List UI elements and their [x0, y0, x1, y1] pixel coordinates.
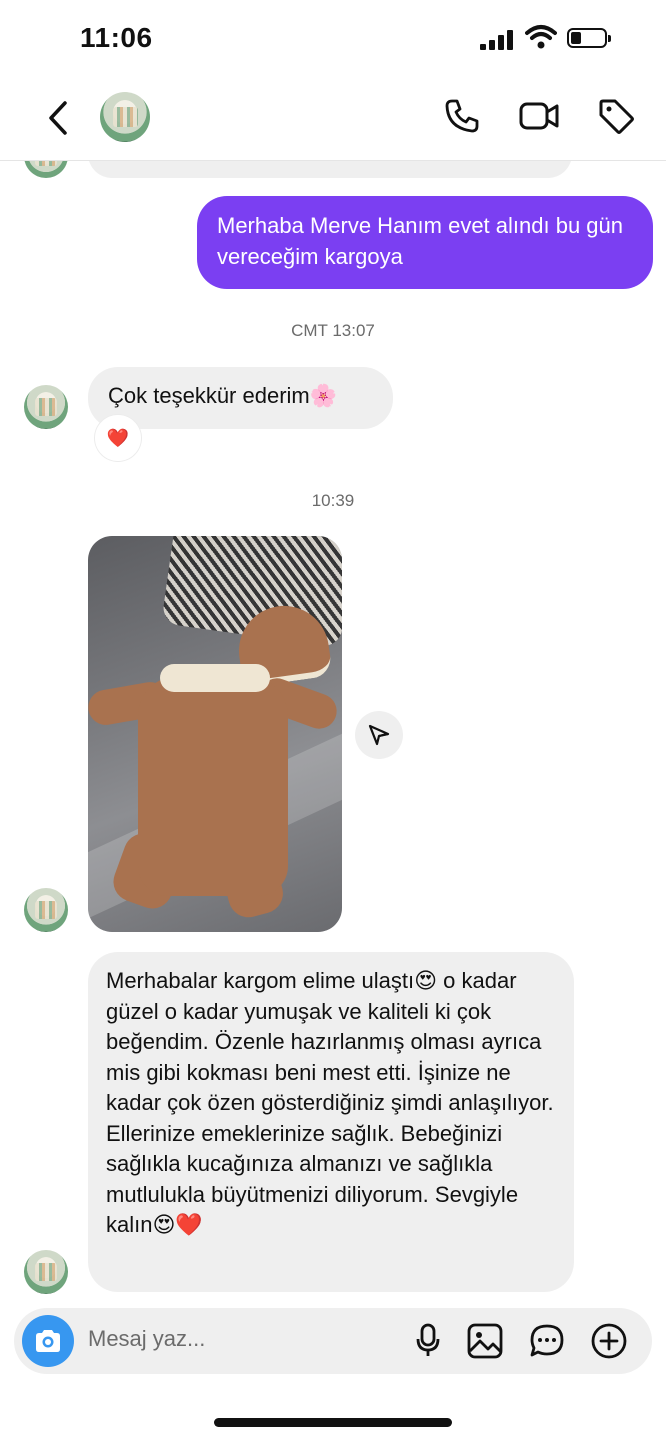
contact-avatar[interactable]: [100, 92, 150, 142]
share-icon[interactable]: [355, 711, 403, 759]
heart-reaction[interactable]: ❤️: [95, 415, 141, 461]
cellular-signal-icon: [480, 30, 516, 50]
contact-avatar: [24, 888, 68, 932]
timestamp: CMT 13:07: [291, 321, 375, 340]
message-input[interactable]: Mesaj yaz...: [88, 1326, 205, 1352]
incoming-message[interactable]: Merhabalar kargom elime ulaştı😍 o kadar …: [88, 952, 574, 1292]
message-composer: Mesaj yaz...: [14, 1308, 652, 1374]
chat-header: [0, 80, 666, 161]
chevron-left-icon[interactable]: [38, 98, 78, 138]
microphone-icon[interactable]: [410, 1322, 446, 1360]
incoming-message[interactable]: Çok teşekkür ederim🌸: [88, 367, 393, 429]
home-indicator: [214, 1418, 452, 1427]
battery-icon: [567, 28, 611, 50]
outgoing-message[interactable]: Merhaba Merve Hanım evet alındı bu gün v…: [197, 196, 653, 289]
shared-photo[interactable]: [88, 536, 342, 932]
plus-circle-icon[interactable]: [590, 1322, 628, 1360]
tag-icon[interactable]: [596, 96, 636, 136]
video-icon[interactable]: [518, 96, 560, 136]
status-time: 11:06: [80, 22, 153, 53]
sticker-chat-icon[interactable]: [528, 1322, 566, 1360]
wifi-icon: [525, 24, 557, 55]
contact-avatar: [24, 1250, 68, 1294]
contact-avatar: [24, 385, 68, 429]
gallery-icon[interactable]: [466, 1322, 504, 1360]
phone-icon[interactable]: [442, 96, 482, 136]
camera-icon[interactable]: [22, 1315, 74, 1367]
timestamp: 10:39: [311, 491, 355, 510]
